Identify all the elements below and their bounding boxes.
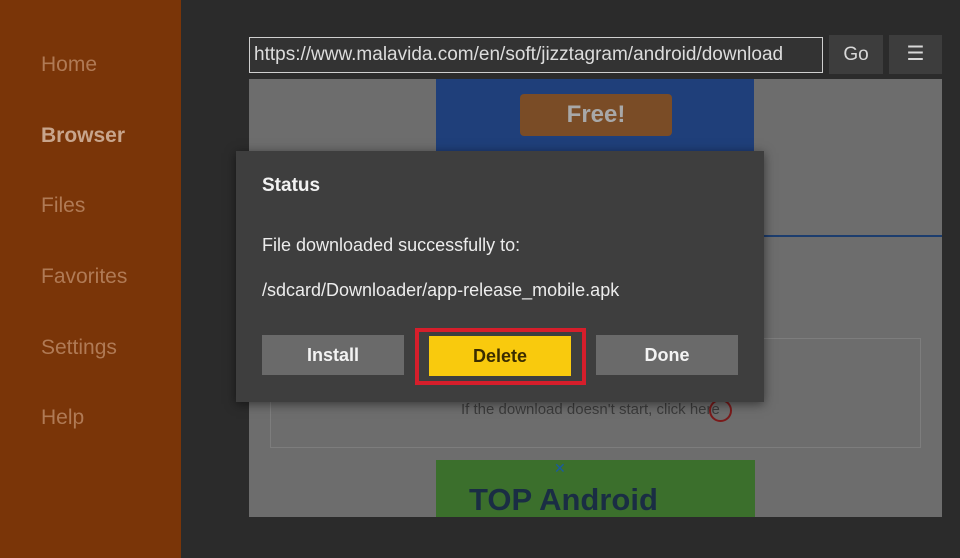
sidebar: Home Browser Files Favorites Settings He…	[0, 0, 181, 558]
download-hint: If the download doesn't start, click her…	[461, 401, 720, 418]
sidebar-item-settings[interactable]: Settings	[41, 336, 117, 360]
hamburger-menu-icon: ☰	[906, 43, 925, 65]
sidebar-item-browser[interactable]: Browser	[41, 124, 125, 148]
sidebar-item-home[interactable]: Home	[41, 53, 97, 77]
divider	[763, 235, 942, 237]
ad-bottom-label: TOP Android	[469, 482, 658, 517]
done-button[interactable]: Done	[596, 335, 738, 375]
dialog-path: /sdcard/Downloader/app-release_mobile.ap…	[262, 280, 620, 300]
install-button[interactable]: Install	[262, 335, 404, 375]
ad-banner-bottom[interactable]: TOP Android	[436, 460, 755, 517]
ad-free-label: Free!	[520, 94, 672, 136]
url-input[interactable]: https://www.malavida.com/en/soft/jizztag…	[249, 37, 823, 73]
sidebar-item-favorites[interactable]: Favorites	[41, 265, 127, 289]
go-button[interactable]: Go	[829, 35, 883, 74]
dialog-title: Status	[262, 175, 321, 196]
ad-close-icon[interactable]: ✕	[554, 461, 568, 475]
ad-banner-top[interactable]: Free!	[436, 79, 754, 154]
sidebar-item-help[interactable]: Help	[41, 406, 84, 430]
menu-button[interactable]: ☰	[889, 35, 942, 74]
delete-highlight-box	[415, 328, 586, 385]
download-hint-text: If the download doesn't start, click	[461, 401, 690, 418]
cursor-circle	[709, 399, 732, 422]
sidebar-item-files[interactable]: Files	[41, 194, 85, 218]
dialog-message: File downloaded successfully to:	[262, 235, 521, 255]
